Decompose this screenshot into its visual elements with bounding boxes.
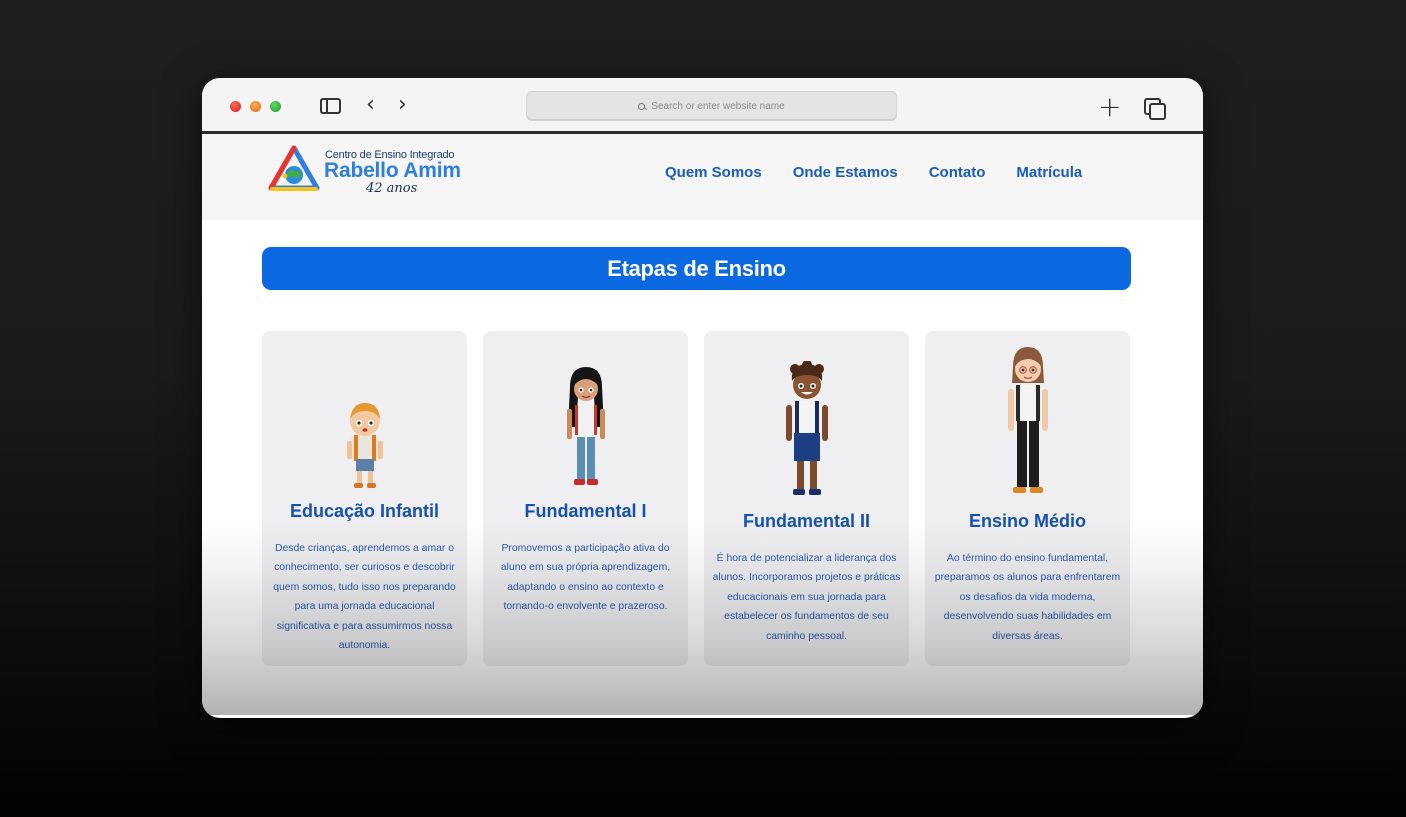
card-description: Promovemos a participação ativa do aluno… [500,543,671,613]
site-header: Centro de Ensino Integrado Rabello Amim … [202,134,1203,220]
nav-matricula[interactable]: Matrícula [1016,164,1082,181]
address-bar[interactable]: Search or enter website name [526,91,897,121]
back-icon[interactable]: ‹ [366,92,375,117]
sidebar-icon[interactable] [320,98,341,114]
card-fundamental-ii[interactable]: Fundamental II É hora de potencializar a… [704,331,909,666]
nav-contato[interactable]: Contato [929,164,986,181]
new-tab-icon[interactable]: + [1098,90,1121,123]
young-child-illustration [262,399,467,491]
minimize-window-button[interactable] [250,101,261,112]
browser-toolbar: ‹ › Search or enter website name + [202,78,1203,134]
tabs-overview-icon[interactable] [1144,98,1166,120]
boy-student-illustration [704,361,909,501]
card-educacao-infantil[interactable]: Educação Infantil Desde crianças, aprend… [262,331,467,666]
browser-window: ‹ › Search or enter website name + Centr… [202,78,1203,718]
girl-student-illustration [483,365,688,491]
address-placeholder: Search or enter website name [651,100,785,112]
close-window-button[interactable] [230,101,241,112]
main-nav: Quem Somos Onde Estamos Contato Matrícul… [665,164,1082,181]
zoom-window-button[interactable] [270,101,281,112]
stage-cards: Educação Infantil Desde crianças, aprend… [262,331,1130,666]
card-title: Fundamental I [524,501,647,521]
nav-quem-somos[interactable]: Quem Somos [665,164,762,181]
logo-name: Rabello Amim [324,159,461,182]
page-content: Etapas de Ensino Educação Infantil Desde… [202,220,1203,715]
card-title: Educação Infantil [289,501,440,521]
card-title: Fundamental II [742,511,870,531]
nav-onde-estamos[interactable]: Onde Estamos [793,164,898,181]
logo-years: 42 anos [366,181,418,196]
section-title: Etapas de Ensino [607,255,786,281]
card-ensino-medio[interactable]: Ensino Médio Ao término do ensino fundam… [925,331,1130,666]
card-title: Ensino Médio [969,511,1086,531]
section-banner: Etapas de Ensino [262,247,1131,290]
logo-mark-icon [268,145,320,191]
forward-icon[interactable]: › [398,92,407,117]
card-description: Ao término do ensino fundamental, prepar… [934,553,1121,642]
teen-student-illustration [925,345,1130,501]
site-logo[interactable]: Centro de Ensino Integrado Rabello Amim … [266,145,466,197]
search-icon [638,102,646,110]
card-fundamental-i[interactable]: Fundamental I Promovemos a participação … [483,331,688,666]
card-description: É hora de potencializar a liderança dos … [712,553,901,642]
card-description: Desde crianças, aprendemos a amar o conh… [273,543,456,652]
